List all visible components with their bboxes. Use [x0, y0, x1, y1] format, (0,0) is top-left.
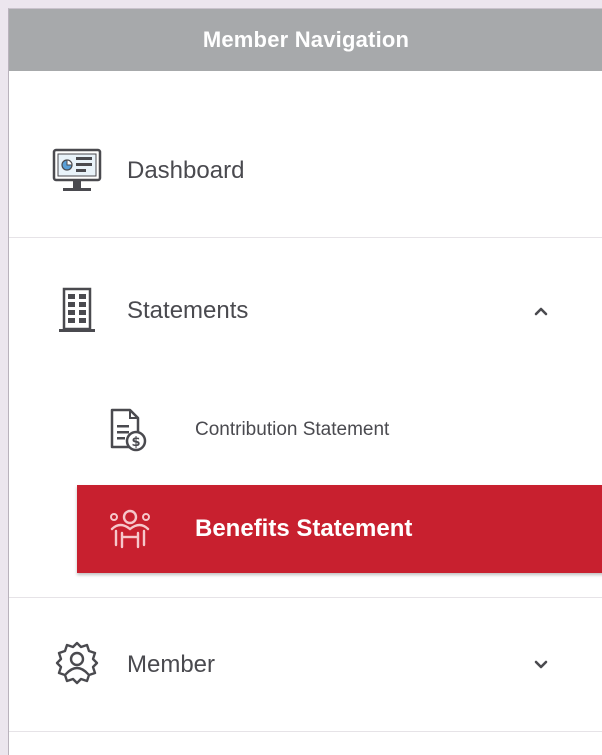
member-navigation-panel: Member Navigation Dashboard Statements $… — [8, 8, 602, 755]
benefits-hands-icon — [105, 504, 155, 554]
sub-item-label: Benefits Statement — [195, 515, 413, 542]
dashboard-monitor-icon — [51, 145, 103, 197]
chevron-down-icon[interactable] — [531, 655, 551, 675]
sub-item-label: Contribution Statement — [195, 419, 390, 440]
chevron-up-icon[interactable] — [531, 301, 551, 321]
nav-item-member[interactable]: Member — [9, 625, 602, 705]
nav-item-statements[interactable]: Statements — [9, 271, 602, 351]
nav-header: Member Navigation — [9, 9, 602, 71]
nav-header-title: Member Navigation — [202, 27, 410, 52]
nav-item-label: Dashboard — [127, 157, 245, 184]
nav-item-dashboard[interactable]: Dashboard — [9, 131, 602, 211]
sub-item-contribution-statement[interactable]: $ Contribution Statement — [9, 395, 602, 465]
sub-item-benefits-statement[interactable]: Benefits Statement — [77, 485, 602, 573]
divider — [9, 237, 602, 238]
nav-item-label: Statements — [127, 297, 249, 324]
contribution-document-dollar-icon: $ — [103, 405, 153, 455]
divider — [9, 731, 602, 732]
nav-item-label: Member — [127, 651, 216, 678]
member-settings-icon — [51, 639, 103, 691]
svg-text:$: $ — [131, 435, 140, 450]
divider — [9, 597, 602, 598]
statements-building-icon — [51, 285, 103, 337]
